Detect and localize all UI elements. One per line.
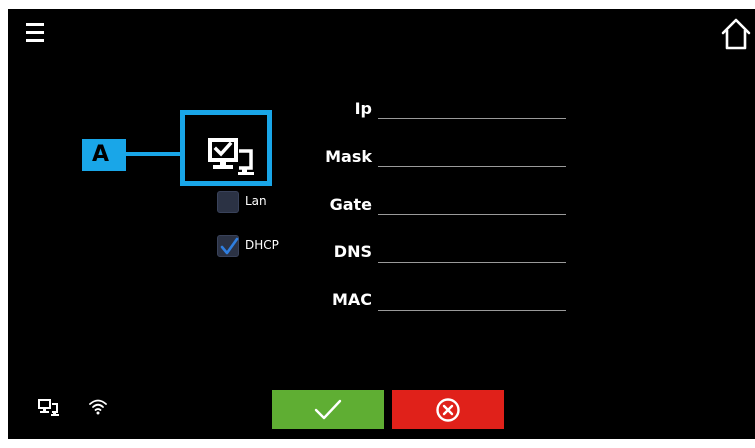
checkmark-icon	[220, 237, 239, 255]
wifi-icon	[88, 398, 108, 420]
mask-input[interactable]	[378, 143, 566, 167]
mask-label: Mask	[325, 147, 372, 166]
dns-label: DNS	[333, 242, 372, 261]
gate-input[interactable]	[378, 191, 566, 215]
lan-checkbox-label: Lan	[245, 194, 267, 208]
home-icon[interactable]	[720, 17, 752, 51]
mac-input[interactable]	[378, 287, 566, 311]
callout-line	[126, 152, 180, 156]
ip-input[interactable]	[378, 95, 566, 119]
ip-label: Ip	[354, 99, 372, 118]
dns-input[interactable]	[378, 239, 566, 263]
network-settings-screen: A Lan DHCP Ip Mask Gate DNS MAC	[8, 9, 755, 439]
dhcp-checkbox-label: DHCP	[245, 238, 279, 252]
checkmark-icon	[314, 399, 342, 419]
cancel-circle-x-icon	[436, 397, 460, 422]
callout-label-a: A	[82, 139, 126, 171]
menu-icon[interactable]	[26, 23, 44, 43]
gate-label: Gate	[329, 195, 372, 214]
network-computers-icon[interactable]	[208, 137, 260, 177]
cancel-button[interactable]	[392, 390, 504, 429]
network-status-icon	[38, 399, 60, 421]
lan-checkbox[interactable]	[217, 191, 239, 213]
mac-label: MAC	[331, 290, 372, 309]
dhcp-checkbox[interactable]	[217, 235, 239, 257]
confirm-button[interactable]	[272, 390, 384, 429]
